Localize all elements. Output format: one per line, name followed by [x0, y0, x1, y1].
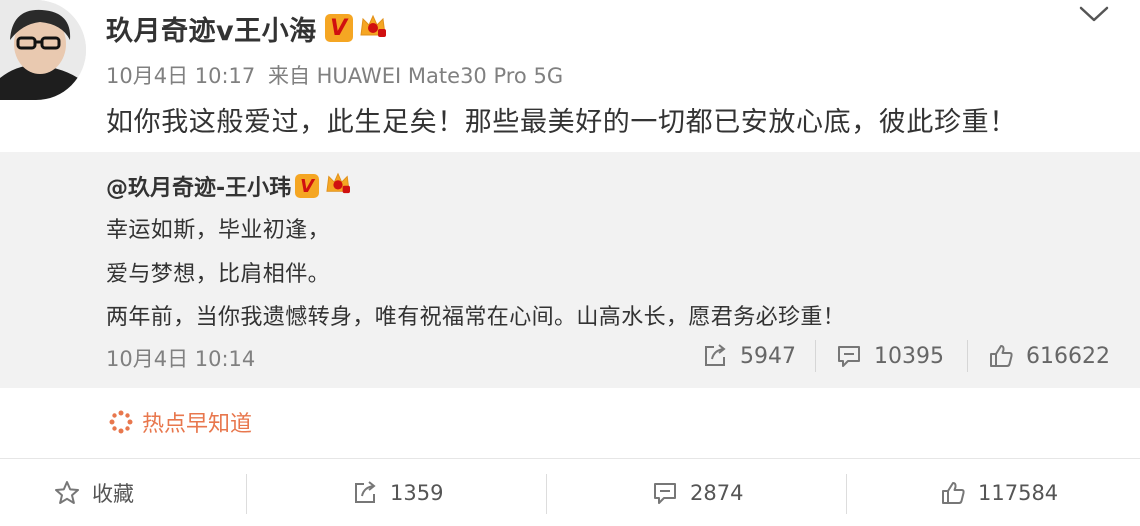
favorite-button[interactable]: 收藏	[54, 460, 134, 526]
repost-icon	[355, 481, 376, 503]
comment-button[interactable]: 2874	[652, 460, 743, 526]
quoted-text-line: 爱与梦想，比肩相伴。	[106, 262, 331, 287]
quoted-like-count: 616622	[1026, 343, 1110, 369]
quoted-repost-count: 5947	[740, 343, 796, 369]
quoted-text-line: 幸运如斯，毕业初逢，	[106, 218, 331, 243]
quoted-author-name[interactable]: @玖月奇迹-王小玮	[106, 170, 291, 202]
divider	[846, 474, 847, 514]
hot-topic-icon	[109, 410, 133, 434]
action-bar: 收藏 1359 2874 117584	[0, 460, 1140, 526]
divider	[0, 458, 1140, 459]
quoted-time[interactable]: 10月4日 10:14	[106, 343, 255, 373]
post-text: 如你我这般爱过，此生足矣！那些最美好的一切都已安放心底，彼此珍重！	[106, 107, 1017, 138]
like-icon	[942, 482, 965, 504]
crown-icon	[324, 171, 352, 201]
post-meta: 10月4日 10:17 来自 HUAWEI Mate30 Pro 5G	[106, 60, 563, 90]
post-author-name[interactable]: 玖月奇迹v王小海	[106, 9, 317, 48]
divider	[246, 474, 247, 514]
star-icon	[55, 481, 79, 504]
like-icon	[990, 345, 1013, 367]
comment-icon	[838, 346, 860, 367]
repost-button[interactable]: 1359	[352, 460, 443, 526]
comment-icon	[654, 483, 676, 504]
like-count: 117584	[978, 481, 1059, 505]
comment-count: 2874	[690, 481, 744, 505]
post-author-row: 玖月奇迹v王小海 V	[106, 9, 388, 48]
quoted-comment-count: 10395	[874, 343, 944, 369]
quoted-comment-button[interactable]: 10395	[836, 336, 944, 376]
like-button[interactable]: 117584	[940, 460, 1058, 526]
quoted-repost-button[interactable]: 5947	[702, 336, 796, 376]
post-source: 来自 HUAWEI Mate30 Pro 5G	[267, 64, 564, 88]
quoted-text-line: 两年前，当你我遗憾转身，唯有祝福常在心间。山高水长，愿君务必珍重！	[106, 305, 846, 330]
crown-icon	[358, 13, 388, 43]
verified-v-icon: V	[324, 14, 353, 42]
post-time[interactable]: 10月4日 10:17	[106, 64, 255, 88]
verified-v-icon: V	[295, 174, 320, 198]
quoted-like-button[interactable]: 616622	[988, 336, 1110, 376]
repost-count: 1359	[390, 481, 444, 505]
favorite-label: 收藏	[92, 482, 134, 506]
divider	[546, 474, 547, 514]
hot-topic-link[interactable]: 热点早知道	[108, 405, 252, 439]
hot-topic-label: 热点早知道	[142, 412, 253, 437]
quoted-author-row: @玖月奇迹-王小玮 V	[106, 168, 352, 204]
divider	[815, 340, 816, 372]
avatar[interactable]	[0, 0, 86, 100]
repost-icon	[705, 344, 726, 366]
chevron-down-icon[interactable]	[1078, 0, 1110, 26]
divider	[967, 340, 968, 372]
